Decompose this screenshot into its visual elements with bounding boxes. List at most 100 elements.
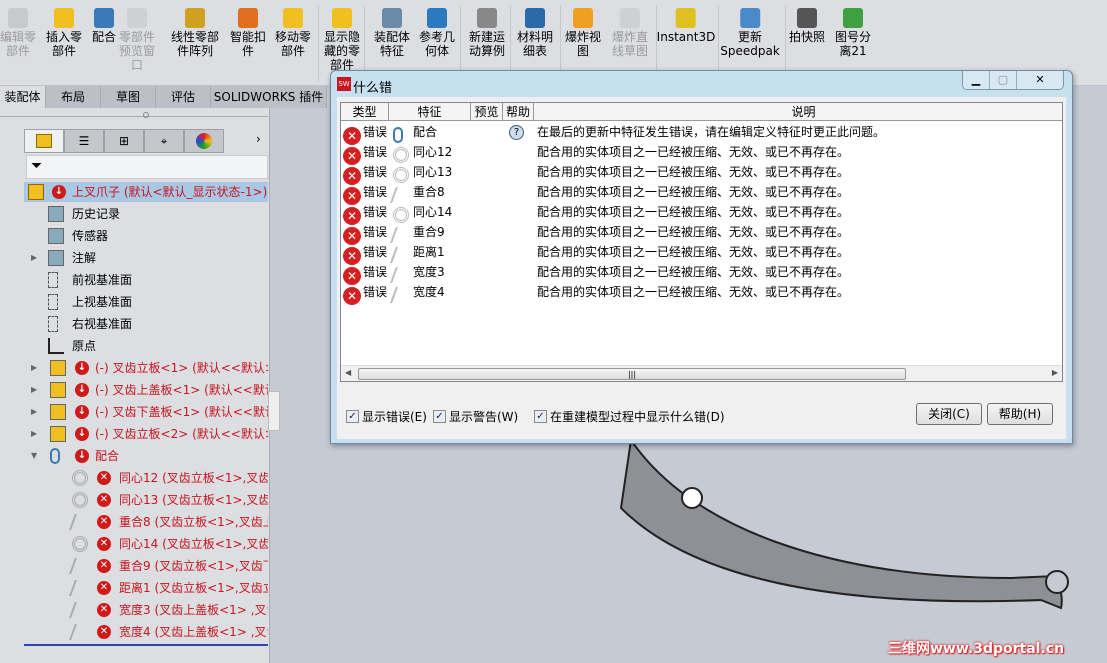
toolbar-button-9[interactable]: 参考几 何体 bbox=[419, 8, 455, 58]
scroll-right-arrow[interactable]: ▶ bbox=[1052, 368, 1058, 377]
column-header-4[interactable]: 说明 bbox=[534, 103, 1062, 121]
help-question-icon[interactable]: ? bbox=[509, 125, 524, 140]
checkbox-box[interactable]: ✓ bbox=[433, 410, 446, 423]
toolbar-button-8[interactable]: 装配体 特征 bbox=[374, 8, 410, 58]
toolbar-button-5[interactable]: 智能扣 件 bbox=[230, 8, 266, 58]
tree-item[interactable]: 上视基准面 bbox=[0, 292, 268, 312]
tree-item[interactable]: ▶ 注解 bbox=[0, 248, 268, 268]
toolbar-button-label: Instant3D bbox=[656, 30, 716, 44]
feature-manager-tab[interactable] bbox=[24, 129, 64, 153]
column-header-2[interactable]: 预览 bbox=[471, 103, 503, 121]
minimize-button[interactable]: ▁ bbox=[963, 71, 990, 89]
splitter-handle[interactable] bbox=[143, 112, 149, 118]
help-button[interactable]: 帮助(H) bbox=[987, 403, 1053, 425]
error-row[interactable]: ✕ 错误 重合9 配合用的实体项目之一已经被压缩、无效、或已不再存在。 bbox=[341, 223, 1062, 245]
error-description: 配合用的实体项目之一已经被压缩、无效、或已不再存在。 bbox=[537, 205, 850, 219]
error-row[interactable]: ✕ 错误 同心12 配合用的实体项目之一已经被压缩、无效、或已不再存在。 bbox=[341, 143, 1062, 165]
tree-mate-item[interactable]: ✕ 重合9 (叉齿立板<1>,叉齿下 bbox=[0, 556, 268, 576]
tree-root-assembly[interactable]: ↓ 上叉爪子 (默认<默认_显示状态-1>) bbox=[24, 182, 268, 202]
error-row[interactable]: ✕ 错误 同心14 配合用的实体项目之一已经被压缩、无效、或已不再存在。 bbox=[341, 203, 1062, 225]
toolbar-button-label: 插入零 部件 bbox=[45, 30, 83, 58]
tree-item[interactable]: 传感器 bbox=[0, 226, 268, 246]
horizontal-scrollbar[interactable]: ◀ ||| ▶ bbox=[341, 365, 1062, 381]
error-row[interactable]: ✕ 错误 重合8 配合用的实体项目之一已经被压缩、无效、或已不再存在。 bbox=[341, 183, 1062, 205]
toolbar-button-6[interactable]: 移动零 部件 bbox=[275, 8, 311, 58]
part-icon bbox=[50, 382, 66, 398]
toolbar-button-10[interactable]: 新建运 动算例 bbox=[469, 8, 505, 58]
tab-1[interactable]: 布局 bbox=[46, 86, 101, 108]
scroll-left-arrow[interactable]: ◀ bbox=[345, 368, 351, 377]
tree-mate-item[interactable]: ✕ 同心14 (叉齿立板<1>,叉齿立 bbox=[0, 534, 268, 554]
tab-3[interactable]: 评估 bbox=[156, 86, 211, 108]
column-header-3[interactable]: 帮助 bbox=[503, 103, 534, 121]
close-window-button[interactable]: ✕ bbox=[1017, 71, 1063, 89]
toolbar-button-11[interactable]: 材料明 细表 bbox=[517, 8, 553, 58]
tree-mate-item[interactable]: ✕ 宽度3 (叉齿上盖板<1> ,叉齿 bbox=[0, 600, 268, 620]
tree-mate-item[interactable]: ✕ 宽度4 (叉齿上盖板<1> ,叉齿 bbox=[0, 622, 268, 642]
toolbar-button-1[interactable]: 插入零 部件 bbox=[46, 8, 82, 58]
checkbox-box[interactable]: ✓ bbox=[346, 410, 359, 423]
tree-item[interactable]: ▶ ↓ (-) 叉齿上盖板<1> (默认<<默认 bbox=[0, 380, 268, 400]
toolbar-button-12[interactable]: 爆炸视 图 bbox=[565, 8, 601, 58]
tree-mate-label: 宽度4 (叉齿上盖板<1> ,叉齿 bbox=[119, 625, 268, 639]
panel-tabs-more-arrow[interactable]: › bbox=[256, 132, 261, 146]
tree-mate-item[interactable]: ✕ 同心12 (叉齿立板<1>,叉齿下 bbox=[0, 468, 268, 488]
property-manager-tab[interactable]: ☰ bbox=[64, 129, 104, 153]
error-row[interactable]: ✕ 错误 宽度3 配合用的实体项目之一已经被压缩、无效、或已不再存在。 bbox=[341, 263, 1062, 285]
panel-collapse-handle[interactable] bbox=[268, 391, 280, 431]
collapsed-arrow-icon[interactable]: ▶ bbox=[31, 380, 37, 400]
error-row[interactable]: ✕ 错误 宽度4 配合用的实体项目之一已经被压缩、无效、或已不再存在。 bbox=[341, 283, 1062, 305]
tree-item[interactable]: 历史记录 bbox=[0, 204, 268, 224]
checkbox-1[interactable]: ✓ 显示警告(W) bbox=[433, 408, 518, 425]
toolbar-button-7[interactable]: 显示隐 藏的零 部件 bbox=[324, 8, 360, 72]
error-row[interactable]: ✕ 错误 配合? 在最后的更新中特征发生错误，请在编辑定义特征时更正此问题。 bbox=[341, 123, 1062, 145]
tree-filter[interactable]: ⏷ bbox=[26, 155, 268, 179]
tab-2[interactable]: 草图 bbox=[101, 86, 156, 108]
collapsed-arrow-icon[interactable]: ▶ bbox=[31, 358, 37, 378]
coincident-icon bbox=[69, 514, 91, 530]
tree-item[interactable]: 原点 bbox=[0, 336, 268, 356]
dimxpert-tab[interactable]: ⌖ bbox=[144, 129, 184, 153]
expanded-arrow-icon[interactable]: ▼ bbox=[31, 446, 37, 466]
checkbox-0[interactable]: ✓ 显示错误(E) bbox=[346, 408, 427, 425]
checkbox-box[interactable]: ✓ bbox=[534, 410, 547, 423]
collapsed-arrow-icon[interactable]: ▶ bbox=[31, 402, 37, 422]
tree-item[interactable]: ▶ ↓ (-) 叉齿立板<2> (默认<<默认> bbox=[0, 424, 268, 444]
configuration-manager-tab[interactable]: ⊞ bbox=[104, 129, 144, 153]
tree-item[interactable]: 前视基准面 bbox=[0, 270, 268, 290]
scrollbar-thumb[interactable]: ||| bbox=[358, 368, 906, 380]
column-header-1[interactable]: 特征 bbox=[389, 103, 471, 121]
collapsed-arrow-icon[interactable]: ▶ bbox=[31, 248, 37, 268]
assembly-icon bbox=[36, 134, 52, 148]
toolbar-button-14[interactable]: Instant3D bbox=[656, 8, 716, 44]
toolbar-separator bbox=[318, 6, 319, 82]
tree-item[interactable]: ▼ ↓ 配合 bbox=[0, 446, 268, 466]
collapsed-arrow-icon[interactable]: ▶ bbox=[31, 424, 37, 444]
maximize-button[interactable]: ▢ bbox=[990, 71, 1017, 89]
toolbar-button-13[interactable]: 爆炸直 线草图 bbox=[612, 8, 648, 58]
tree-mate-item[interactable]: ✕ 重合8 (叉齿立板<1>,叉齿上 bbox=[0, 512, 268, 532]
column-header-0[interactable]: 类型 bbox=[341, 103, 389, 121]
rollback-bar[interactable] bbox=[24, 644, 268, 646]
tab-4[interactable]: SOLIDWORKS 插件 bbox=[211, 86, 327, 108]
display-manager-tab[interactable] bbox=[184, 129, 224, 153]
toolbar-button-17[interactable]: 图号分 离21 bbox=[835, 8, 871, 58]
toolbar-button-15[interactable]: 更新 Speedpak bbox=[720, 8, 780, 58]
toolbar-button-0[interactable]: 编辑零 部件 bbox=[0, 8, 36, 58]
tree-mate-item[interactable]: ✕ 同心13 (叉齿立板<1>,叉齿上 bbox=[0, 490, 268, 510]
tree-mate-item[interactable]: ✕ 距离1 (叉齿立板<1>,叉齿立 bbox=[0, 578, 268, 598]
toolbar-button-2[interactable]: 配合 bbox=[92, 8, 116, 44]
tree-item[interactable]: 右视基准面 bbox=[0, 314, 268, 334]
width-icon bbox=[69, 602, 91, 618]
toolbar-button-3[interactable]: 零部件 预览窗 口 bbox=[119, 8, 155, 72]
toolbar-button-4[interactable]: 线性零部 件阵列 bbox=[171, 8, 219, 58]
tab-0[interactable]: 装配体 bbox=[0, 86, 46, 108]
checkbox-2[interactable]: ✓ 在重建模型过程中显示什么错(D) bbox=[534, 408, 725, 425]
error-row[interactable]: ✕ 错误 同心13 配合用的实体项目之一已经被压缩、无效、或已不再存在。 bbox=[341, 163, 1062, 185]
tree-item[interactable]: ▶ ↓ (-) 叉齿下盖板<1> (默认<<默认 bbox=[0, 402, 268, 422]
feature-name: 宽度4 bbox=[413, 285, 445, 299]
error-row[interactable]: ✕ 错误 距离1 配合用的实体项目之一已经被压缩、无效、或已不再存在。 bbox=[341, 243, 1062, 265]
close-button[interactable]: 关闭(C) bbox=[916, 403, 982, 425]
toolbar-button-16[interactable]: 拍快照 bbox=[789, 8, 825, 44]
tree-item[interactable]: ▶ ↓ (-) 叉齿立板<1> (默认<<默认> bbox=[0, 358, 268, 378]
